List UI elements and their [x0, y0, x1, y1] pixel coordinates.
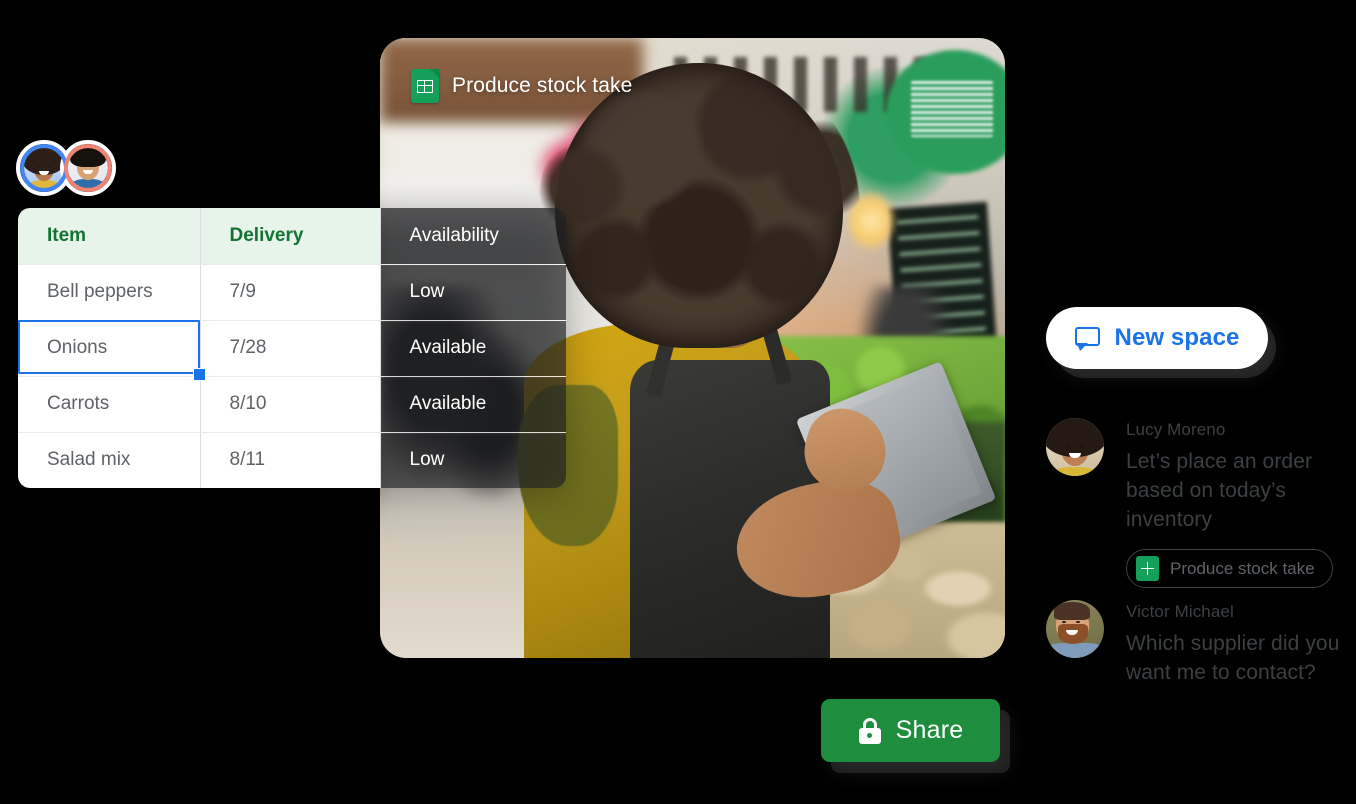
- cell-item[interactable]: Carrots: [18, 376, 201, 433]
- cell-availability[interactable]: Low: [380, 264, 566, 321]
- table-row: Bell peppers 7/9 Low: [18, 264, 566, 321]
- google-sheets-icon: [411, 69, 439, 103]
- new-space-button[interactable]: New space: [1046, 307, 1268, 369]
- spreadsheet-card: Item Delivery Availability Bell peppers …: [18, 208, 566, 488]
- cell-availability[interactable]: Available: [380, 376, 566, 433]
- message-author: Victor Michael: [1126, 602, 1234, 621]
- column-header-delivery[interactable]: Delivery: [200, 208, 381, 265]
- avatar[interactable]: [60, 140, 116, 196]
- attachment-label: Produce stock take: [1170, 558, 1315, 578]
- message-text: Let’s place an order based on today’s in…: [1126, 450, 1313, 531]
- chat-message: Lucy Moreno Let’s place an order based o…: [1046, 418, 1346, 588]
- cell-item[interactable]: Onions: [18, 320, 201, 377]
- chat-message: Victor Michael Which supplier did you wa…: [1046, 600, 1346, 687]
- spreadsheet-table: Item Delivery Availability Bell peppers …: [18, 208, 566, 488]
- cell-item[interactable]: Salad mix: [18, 432, 201, 488]
- table-row: Onions 7/28 Available: [18, 320, 566, 377]
- message-author: Lucy Moreno: [1126, 420, 1226, 439]
- attachment-chip[interactable]: Produce stock take: [1126, 549, 1333, 588]
- table-header-row: Item Delivery Availability: [18, 208, 566, 265]
- cell-availability[interactable]: Low: [380, 432, 566, 488]
- table-row: Salad mix 8/11 Low: [18, 432, 566, 488]
- fill-handle[interactable]: [193, 368, 206, 381]
- cell-delivery[interactable]: 7/28: [200, 320, 381, 377]
- cell-item[interactable]: Bell peppers: [18, 264, 201, 321]
- new-space-label: New space: [1114, 324, 1240, 351]
- document-title: Produce stock take: [452, 74, 633, 97]
- column-header-availability[interactable]: Availability: [380, 208, 566, 265]
- share-button-label: Share: [895, 716, 964, 744]
- cell-availability[interactable]: Available: [380, 320, 566, 377]
- screenshot-canvas: Produce stock take Item Delivery Availab…: [0, 0, 1356, 804]
- google-sheets-icon: [1136, 556, 1159, 581]
- cell-delivery[interactable]: 7/9: [200, 264, 381, 321]
- chat-bubble-icon: [1074, 326, 1100, 351]
- column-header-item[interactable]: Item: [18, 208, 201, 265]
- avatar[interactable]: [1046, 600, 1104, 658]
- cell-delivery[interactable]: 8/11: [200, 432, 381, 488]
- collaborator-avatars: [16, 140, 116, 196]
- share-button[interactable]: Share: [821, 699, 1000, 762]
- table-row: Carrots 8/10 Available: [18, 376, 566, 433]
- document-title-overlay: Produce stock take: [411, 69, 632, 103]
- cell-delivery[interactable]: 8/10: [200, 376, 381, 433]
- avatar[interactable]: [1046, 418, 1104, 476]
- message-text: Which supplier did you want me to contac…: [1126, 632, 1340, 684]
- lock-icon: [858, 717, 882, 744]
